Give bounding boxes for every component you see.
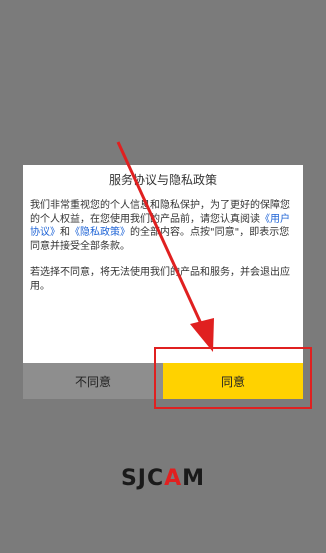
dialog-paragraph-1: 我们非常重视您的个人信息和隐私保护，为了更好的保障您的个人权益，在您使用我们的产… xyxy=(30,199,296,253)
privacy-policy-link[interactable]: 《隐私政策》 xyxy=(70,227,130,238)
disagree-button[interactable]: 不同意 xyxy=(23,363,163,399)
paragraph-1-intro: 我们非常重视您的个人信息和隐私保护，为了更好的保障您的个人权益，在您使用我们的产… xyxy=(30,200,290,225)
paragraph-1-and: 和 xyxy=(60,227,70,238)
sjcam-logo: SJCAM xyxy=(120,466,206,491)
dialog-body: 我们非常重视您的个人信息和隐私保护，为了更好的保障您的个人权益，在您使用我们的产… xyxy=(30,199,296,293)
dialog-paragraph-2: 若选择不同意，将无法使用我们的产品和服务，并会退出应用。 xyxy=(30,267,290,292)
annotation-highlight-box xyxy=(154,347,312,409)
dialog-title: 服务协议与隐私政策 xyxy=(108,173,217,187)
